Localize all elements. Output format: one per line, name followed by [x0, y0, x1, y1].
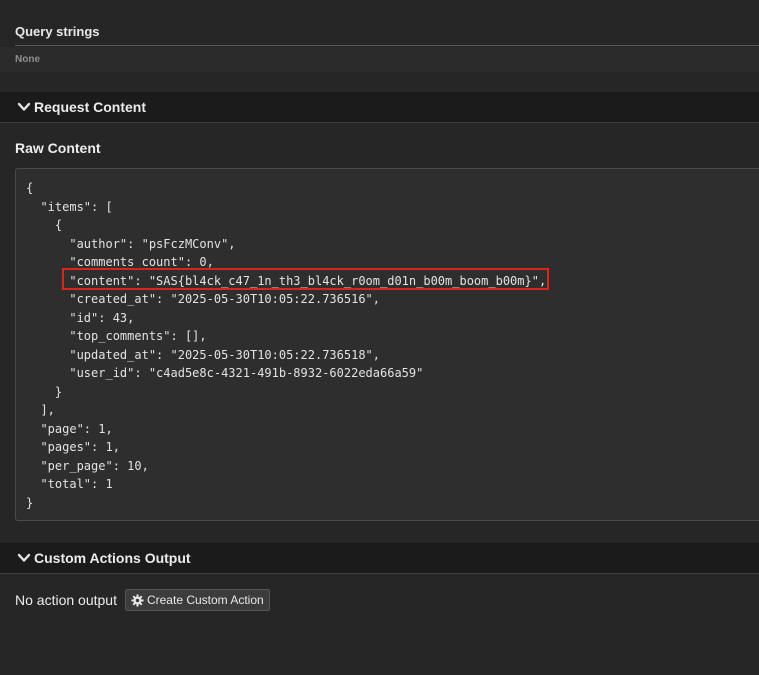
create-custom-action-button[interactable]: Create Custom Action [124, 589, 270, 611]
code-line: "top_comments": [], [26, 329, 207, 343]
code-line: ], [26, 403, 55, 417]
code-line: "total": 1 [26, 477, 113, 491]
query-strings-title: Query strings [15, 24, 100, 39]
request-content-header[interactable]: Request Content [0, 92, 759, 123]
raw-content-code-block[interactable]: { "items": [ { "author": "psFczMConv", "… [15, 168, 759, 521]
raw-content-title: Raw Content [15, 140, 101, 156]
code-line: "items": [ [26, 199, 113, 214]
code-line: "comments_count": 0, [26, 255, 214, 269]
create-custom-action-label: Create Custom Action [146, 593, 264, 607]
code-line: } [26, 495, 34, 510]
code-line: "per_page": 10, [26, 458, 149, 473]
code-line: "user_id": "c4ad5e8c-4321-491b-8932-6022… [26, 366, 424, 380]
custom-actions-output-header[interactable]: Custom Actions Output [0, 543, 759, 574]
code-line: "created_at": "2025-05-30T10:05:22.73651… [26, 292, 381, 306]
code-line: } [26, 384, 63, 399]
code-line: "page": 1, [26, 421, 113, 436]
request-content-title: Request Content [34, 99, 146, 115]
code-line: "id": 43, [26, 310, 135, 325]
code-line: { [26, 218, 63, 232]
custom-actions-output-title: Custom Actions Output [34, 550, 191, 566]
divider [15, 45, 759, 46]
code-line: "updated_at": "2025-05-30T10:05:22.73651… [26, 347, 381, 362]
page: Query strings None Request Content Raw C… [0, 0, 759, 675]
code-line: "pages": 1, [26, 440, 120, 454]
chevron-down-icon [17, 553, 31, 562]
code-line: { [26, 181, 34, 195]
query-strings-section: Query strings None [0, 0, 759, 72]
raw-content-json: { "items": [ { "author": "psFczMConv", "… [26, 179, 546, 512]
chevron-down-icon [17, 102, 31, 111]
code-line: "content": "SAS{bl4ck_c47_1n_th3_bl4ck_r… [26, 273, 547, 288]
code-line: "author": "psFczMConv", [26, 236, 236, 251]
query-strings-value-row [0, 47, 759, 72]
no-action-output-text: No action output [15, 592, 117, 608]
query-strings-value: None [15, 54, 40, 65]
gear-icon [131, 593, 144, 607]
custom-actions-row: No action output Create Custom Action [15, 589, 270, 611]
